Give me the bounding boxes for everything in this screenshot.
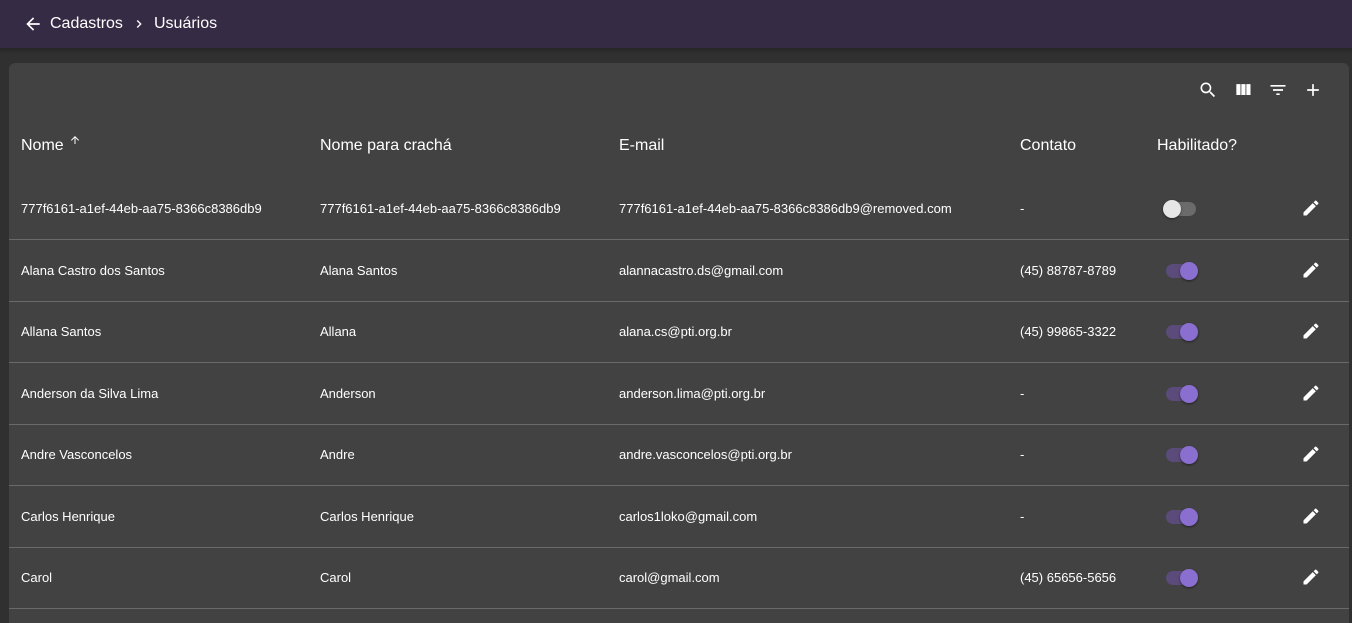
cell-nome: Carol [21,570,53,585]
cell-email: carol@gmail.com [619,570,720,585]
cell-contato: - [1020,447,1025,462]
edit-pencil-icon[interactable] [1299,319,1323,343]
cell-contato: (45) 88787-8789 [1020,262,1117,278]
cell-contato: - [1020,508,1025,524]
cell-contato: (45) 99865-3322 [1020,324,1117,339]
view-column-icon[interactable] [1231,78,1255,102]
column-header-nome[interactable]: Nome [21,136,64,156]
cell-nome: Anderson da Silva Lima [21,385,159,401]
edit-pencil-icon[interactable] [1299,565,1323,589]
table-row: Alana Castro dos Santos Alana Santos alann… [9,240,1349,302]
cell-nome-cracha: Allana [320,324,357,339]
cell-email: andre.vasconcelos@pti.org.br [619,447,792,462]
habilitado-toggle[interactable] [1166,323,1198,341]
cell-email: anderson.lima@pti.org.br [619,385,766,401]
filter-list-icon[interactable] [1266,78,1290,102]
table-row: Carlos Henrique Carlos Henrique carlos1lok… [9,486,1349,548]
cell-nome: Andre Vasconcelos [21,447,133,462]
cell-nome-cracha: Andre [320,447,355,462]
toggle-thumb [1180,569,1198,587]
column-header-nome-cracha[interactable]: Nome para crachá [320,136,452,156]
breadcrumb-usuarios: Usuários [154,15,218,32]
table-row: Anderson da Silva Lima Anderson anderson.l… [9,363,1349,425]
search-icon[interactable] [1196,78,1220,102]
app-bar-shadow [0,48,1352,54]
cell-nome-cracha: 777f6161-a1ef-44eb-aa75-8366c8386db9 [320,201,561,216]
cell-email: alannacastro.ds@gmail.com [619,262,784,278]
habilitado-toggle[interactable] [1166,261,1198,280]
users-table-card: Nome Nome para crachá E-mail Contato Hab… [9,63,1349,623]
chevron-right-icon [131,16,147,32]
edit-pencil-icon[interactable] [1299,196,1323,220]
edit-pencil-icon[interactable] [1299,442,1323,466]
cell-email: 777f6161-a1ef-44eb-aa75-8366c8386db9@rem… [619,201,952,216]
arrow-left-icon[interactable] [22,13,44,35]
edit-pencil-icon[interactable] [1299,258,1323,282]
toggle-thumb [1163,200,1181,218]
table-row: Carol Carol carol@gmail.com (45) 65656-5656 [9,547,1349,609]
habilitado-toggle[interactable] [1166,569,1198,587]
cell-nome-cracha: Anderson [320,385,376,401]
add-icon[interactable] [1301,78,1325,102]
table-row: Andre Vasconcelos Andre andre.vasconcelos@… [9,424,1349,486]
table-row: Allana Santos Allana alana.cs@pti.org.br (4… [9,301,1349,363]
edit-pencil-icon[interactable] [1299,381,1323,405]
habilitado-toggle[interactable] [1166,446,1198,464]
cell-nome: Alana Castro dos Santos [21,262,165,278]
habilitado-toggle[interactable] [1166,384,1198,403]
table-row: 777f6161-a1ef-44eb-aa75-8366c8386db9 777f… [9,178,1349,240]
cell-nome: Carlos Henrique [21,508,115,524]
cell-nome: Allana Santos [21,324,102,339]
toggle-thumb [1180,323,1198,341]
cell-contato: - [1020,385,1025,401]
cell-contato: (45) 65656-5656 [1020,570,1117,585]
cell-email: alana.cs@pti.org.br [619,324,732,339]
cell-nome-cracha: Carol [320,570,352,585]
cell-nome: 777f6161-a1ef-44eb-aa75-8366c8386db9 [21,201,262,216]
toggle-thumb [1180,261,1198,280]
column-header-email[interactable]: E-mail [619,136,664,156]
column-header-contato[interactable]: Contato [1020,136,1076,156]
habilitado-toggle[interactable] [1166,507,1198,526]
column-header-habilitado[interactable]: Habilitado? [1157,136,1237,156]
cell-contato: - [1020,201,1025,216]
toggle-thumb [1180,507,1198,526]
cell-nome-cracha: Alana Santos [320,262,398,278]
cell-nome-cracha: Carlos Henrique [320,508,414,524]
cell-email: carlos1loko@gmail.com [619,508,758,524]
toggle-thumb [1180,384,1198,403]
breadcrumb-cadastros[interactable]: Cadastros [50,14,123,34]
arrow-up-icon[interactable] [69,133,81,145]
top-app-bar: Cadastros Usuários [0,0,1352,48]
edit-pencil-icon[interactable] [1299,504,1323,528]
habilitado-toggle[interactable] [1163,200,1196,218]
toggle-thumb [1180,446,1198,464]
